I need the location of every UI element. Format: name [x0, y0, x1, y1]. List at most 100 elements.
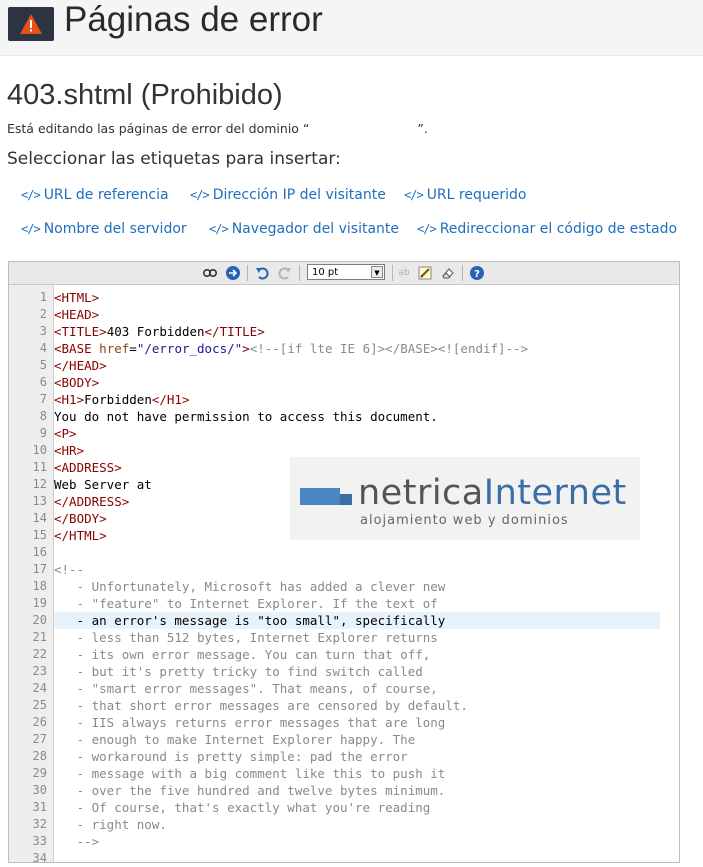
- tag-redireccionar-codigo[interactable]: </> Redireccionar el código de estado: [417, 219, 677, 239]
- svg-text:?: ?: [474, 269, 480, 280]
- tag-label: URL requerido: [426, 187, 527, 203]
- line-number: 1: [39, 290, 47, 304]
- spellcheck-icon[interactable]: ab: [396, 265, 412, 281]
- code-line: - "smart error messages". That means, of…: [54, 681, 438, 696]
- line-number: 9: [39, 426, 47, 440]
- toolbar-divider: [392, 265, 393, 281]
- warning-icon: [8, 7, 54, 41]
- font-size-select[interactable]: 10 pt ▼: [307, 264, 385, 280]
- tag-url-requerido[interactable]: </> URL requerido: [404, 185, 526, 205]
- code-line: - enough to make Internet Explorer happy…: [54, 732, 416, 747]
- code-line: - workaround is pretty simple: pad the e…: [54, 749, 408, 764]
- line-number: 17: [32, 562, 47, 576]
- domain-redacted: [309, 122, 418, 137]
- line-number: 18: [32, 579, 47, 593]
- line-number: 30: [32, 783, 47, 797]
- code-line: </HEAD>: [54, 358, 107, 373]
- code-line: - but it's pretty tricky to find switch …: [54, 664, 423, 679]
- editor-toolbar: 10 pt ▼ ab ?: [9, 262, 679, 285]
- code-editor[interactable]: 10 pt ▼ ab ? 1 2 3 4 5 6 7 8 9 10 11 12 13 14 15 16 17 18 1…: [8, 261, 680, 865]
- code-line: -->: [54, 834, 100, 849]
- code-line: <H1>Forbidden</H1>: [54, 392, 190, 407]
- code-line-active: - an error's message is "too small", spe…: [54, 612, 660, 629]
- code-line: You do not have permission to access thi…: [54, 409, 438, 424]
- line-number: 16: [32, 545, 47, 559]
- line-number: 10: [32, 443, 47, 457]
- font-size-value: 10 pt: [312, 267, 339, 278]
- tag-label: URL de referencia: [43, 187, 169, 203]
- file-title: 403.shtml (Prohibido): [7, 79, 283, 111]
- redo-icon[interactable]: [277, 265, 293, 281]
- chevron-down-icon: ▼: [371, 266, 383, 278]
- code-line: - its own error message. You can turn th…: [54, 647, 431, 662]
- code-line: <HEAD>: [54, 307, 100, 322]
- netrica-logo: netricaInternet alojamiento web y domini…: [290, 457, 640, 540]
- code-line: <P>: [54, 426, 77, 441]
- line-number-gutter: 1 2 3 4 5 6 7 8 9 10 11 12 13 14 15 16 17 18 19 20 21 22 23 24 2…: [9, 285, 54, 865]
- code-line: - message with a big comment like this t…: [54, 766, 446, 781]
- line-number: 4: [39, 341, 47, 355]
- tag-ip-visitante[interactable]: </> Dirección IP del visitante: [190, 185, 386, 205]
- tags-label: Seleccionar las etiquetas para insertar:: [7, 149, 341, 169]
- goto-line-icon[interactable]: [225, 265, 241, 281]
- code-text-area[interactable]: <HTML> <HEAD> <TITLE>403 Forbidden</TITLE>…: [54, 285, 679, 862]
- line-number: 13: [32, 494, 47, 508]
- line-number: 3: [39, 324, 47, 338]
- line-number: 14: [32, 511, 47, 525]
- code-line: <BASE href="/error_docs/"><!--[if lte IE…: [54, 341, 529, 356]
- tag-nombre-servidor[interactable]: </> Nombre del servidor: [21, 219, 187, 239]
- logo-tagline: alojamiento web y dominios: [360, 513, 569, 528]
- logo-wordmark: netricaInternet: [358, 473, 627, 513]
- tag-navegador-visitante[interactable]: </> Navegador del visitante: [209, 219, 399, 239]
- code-icon: </>: [21, 188, 41, 202]
- code-line: - right now.: [54, 817, 167, 832]
- code-line: - Unfortunately, Microsoft has added a c…: [54, 579, 446, 594]
- logo-word-b: Internet: [483, 473, 627, 513]
- logo-bar-accent: [340, 494, 352, 505]
- line-number: 34: [32, 851, 47, 865]
- line-number: 6: [39, 375, 47, 389]
- code-line: <!--: [54, 562, 85, 577]
- line-number: 24: [32, 681, 47, 695]
- search-icon[interactable]: [202, 265, 218, 281]
- code-icon: </>: [21, 222, 41, 236]
- code-line: - Of course, that's exactly what you're …: [54, 800, 431, 815]
- code-line: - less than 512 bytes, Internet Explorer…: [54, 630, 438, 645]
- line-number: 15: [32, 528, 47, 542]
- code-line: - that short error messages are censored…: [54, 698, 468, 713]
- code-line: <TITLE>403 Forbidden</TITLE>: [54, 324, 265, 339]
- line-number: 19: [32, 596, 47, 610]
- line-number: 31: [32, 800, 47, 814]
- code-line: - "feature" to Internet Explorer. If the…: [54, 596, 438, 611]
- tag-label: Dirección IP del visitante: [212, 187, 386, 203]
- highlight-icon[interactable]: [417, 265, 433, 281]
- line-number: 8: [39, 409, 47, 423]
- page-title: Páginas de error: [64, 0, 323, 39]
- domain-line-prefix: Está editando las páginas de error del d…: [7, 121, 310, 136]
- line-number: 12: [32, 477, 47, 491]
- line-number: 2: [39, 307, 47, 321]
- tag-label: Nombre del servidor: [43, 221, 187, 237]
- line-number: 7: [39, 392, 47, 406]
- line-number: 20: [32, 613, 47, 627]
- line-number: 26: [32, 715, 47, 729]
- line-number: 23: [32, 664, 47, 678]
- line-number: 28: [32, 749, 47, 763]
- tag-label: Navegador del visitante: [231, 221, 400, 237]
- code-line: - IIS always returns error messages that…: [54, 715, 446, 730]
- code-icon: </>: [404, 188, 424, 202]
- code-icon: </>: [209, 222, 229, 236]
- toolbar-divider: [462, 265, 463, 281]
- help-icon[interactable]: ?: [469, 265, 485, 281]
- line-number: 32: [32, 817, 47, 831]
- line-number: 33: [32, 834, 47, 848]
- line-number: 27: [32, 732, 47, 746]
- undo-icon[interactable]: [254, 265, 270, 281]
- eraser-icon[interactable]: [440, 265, 456, 281]
- line-number: 21: [32, 630, 47, 644]
- line-number: 5: [39, 358, 47, 372]
- tag-url-referencia[interactable]: </> URL de referencia: [21, 185, 169, 205]
- code-icon: </>: [417, 222, 437, 236]
- line-number: 29: [32, 766, 47, 780]
